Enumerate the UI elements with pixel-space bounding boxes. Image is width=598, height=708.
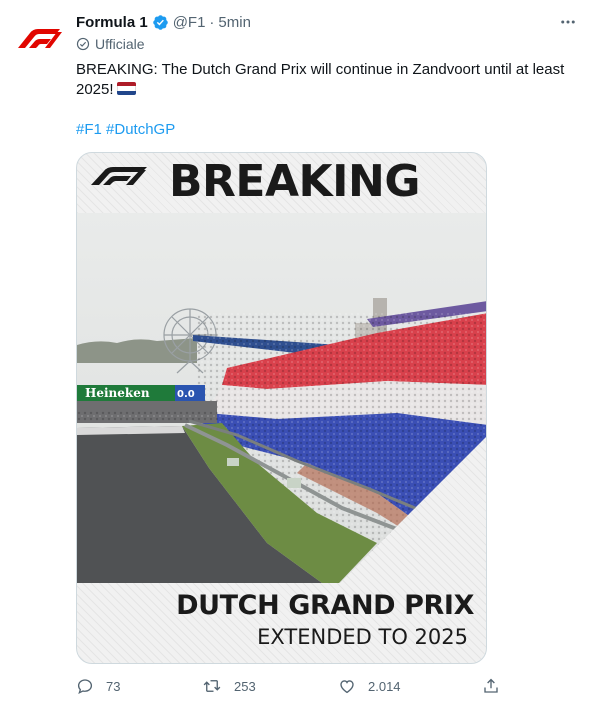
reply-count: 73 <box>106 678 121 694</box>
tweet-card[interactable]: Formula 1 @F1 · 5min Ufficiale BREAKING:… <box>0 0 598 708</box>
tweet-hashtags: #F1 #DutchGP <box>76 120 175 140</box>
f1-logo-icon <box>91 167 147 185</box>
tweet-text: BREAKING: The Dutch Grand Prix will cont… <box>76 60 576 100</box>
tweet-media-image[interactable]: BREAKING Heineken 0.0 DUTCH GRAND PRIX E… <box>76 152 487 664</box>
heineken-sign: Heineken <box>85 386 150 400</box>
separator-dot: · <box>209 13 215 31</box>
like-count: 2.014 <box>368 678 401 694</box>
share-icon <box>484 678 498 693</box>
retweet-button[interactable]: 253 <box>202 674 256 698</box>
tweet-timestamp[interactable]: 5min <box>218 14 251 31</box>
check-circle-icon <box>76 37 90 51</box>
hashtag-link[interactable]: #DutchGP <box>106 121 175 138</box>
tweet-body: BREAKING: The Dutch Grand Prix will cont… <box>76 61 565 98</box>
like-button[interactable]: 2.014 <box>338 674 401 698</box>
media-title: DUTCH GRAND PRIX <box>176 590 474 621</box>
media-subtitle: EXTENDED TO 2025 <box>257 625 468 649</box>
heineken-zero-sign: 0.0 <box>177 389 195 400</box>
retweet-count: 253 <box>234 678 256 694</box>
reply-icon <box>77 679 93 695</box>
netherlands-flag-icon <box>116 82 136 95</box>
share-button[interactable] <box>482 674 512 698</box>
heart-icon <box>340 680 354 694</box>
tweet-actions: 73 253 2.014 <box>76 674 506 698</box>
verified-badge-icon <box>152 14 168 30</box>
retweet-icon <box>203 680 221 692</box>
tweet-header: Formula 1 @F1 · 5min <box>76 12 586 32</box>
hashtag-link[interactable]: #F1 <box>76 121 102 138</box>
author-name[interactable]: Formula 1 <box>76 14 148 31</box>
reply-button[interactable]: 73 <box>76 674 120 698</box>
circuit-photo: Heineken 0.0 <box>77 213 486 583</box>
media-headline: BREAKING <box>169 156 420 207</box>
f1-logo-icon[interactable] <box>16 24 62 50</box>
author-handle[interactable]: @F1 <box>173 14 206 31</box>
official-label-text: Ufficiale <box>95 36 145 52</box>
more-options-icon[interactable] <box>556 12 580 32</box>
official-label: Ufficiale <box>76 36 145 52</box>
